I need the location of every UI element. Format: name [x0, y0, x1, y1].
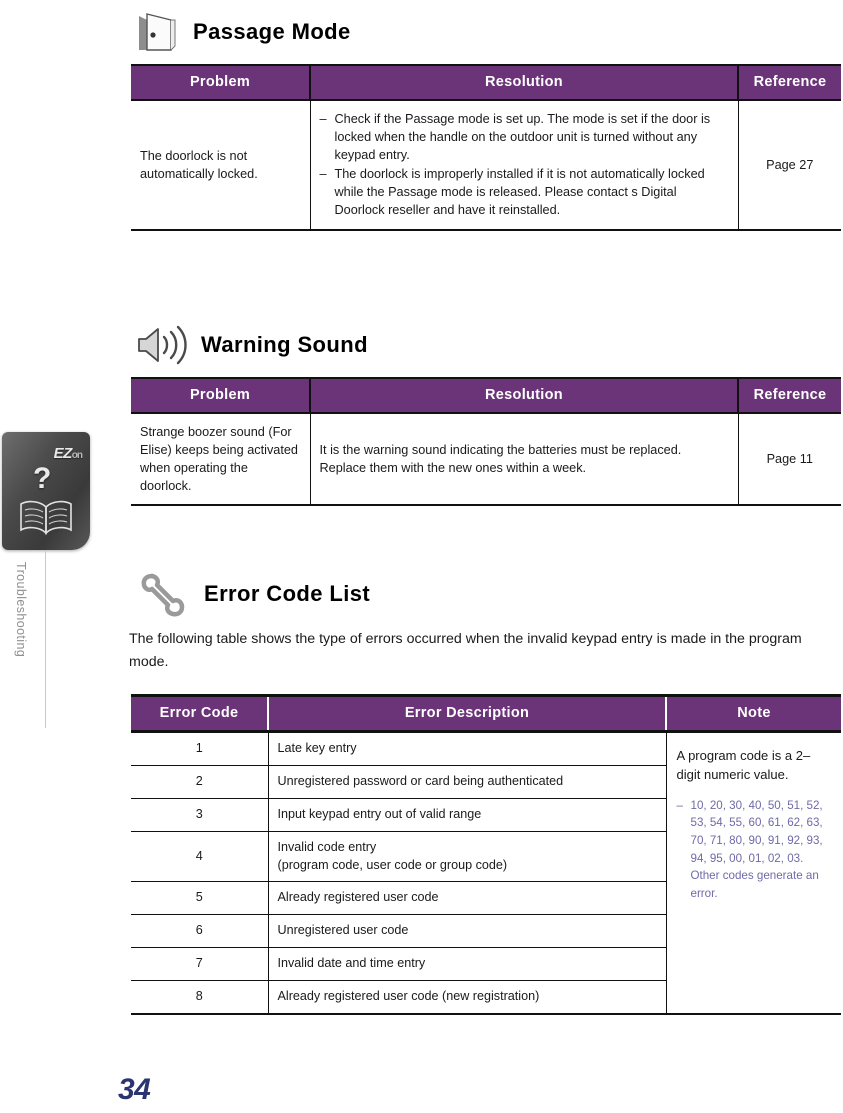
cell-error-description: Invalid code entry (program code, user c… [267, 831, 666, 883]
note-codes-text: 10, 20, 30, 40, 50, 51, 52, 53, 54, 55, … [677, 797, 834, 903]
table-header-row: Error Code Error Description Note [131, 694, 841, 733]
error-code-table: Error Code Error Description Note 1 Late… [131, 694, 841, 1015]
cell-reference: Page 27 [737, 100, 841, 232]
page-number: 34 [118, 1073, 151, 1106]
cell-resolution: Check if the Passage mode is set up. The… [309, 100, 738, 232]
column-header-resolution: Resolution [309, 377, 738, 414]
cell-error-description: Invalid date and time entry [267, 947, 666, 981]
side-tab-stem [45, 550, 46, 728]
section-title: Error Code List [204, 581, 371, 606]
column-header-problem: Problem [131, 377, 310, 414]
section-header-warning-sound: Warning Sound [133, 322, 368, 368]
cell-error-code: 1 [131, 731, 268, 766]
cell-resolution: It is the warning sound indicating the b… [309, 413, 738, 507]
column-header-resolution: Resolution [309, 64, 738, 101]
cell-error-description: Already registered user code (new regist… [267, 980, 666, 1015]
brand-logo: EZon [53, 445, 83, 462]
side-tab-label: Troubleshooting [14, 562, 28, 658]
column-header-problem: Problem [131, 64, 310, 101]
list-item: Check if the Passage mode is set up. The… [320, 110, 729, 164]
cell-error-description: Late key entry [267, 731, 666, 766]
passage-mode-table: Problem Resolution Reference The doorloc… [131, 64, 841, 232]
resolution-list: Check if the Passage mode is set up. The… [320, 110, 729, 219]
section-header-passage-mode: Passage Mode [133, 8, 351, 56]
list-item: The doorlock is improperly installed if … [320, 165, 729, 219]
cell-error-code: 4 [131, 831, 268, 883]
cell-error-code: 2 [131, 765, 268, 799]
section-title: Warning Sound [201, 332, 368, 357]
cell-problem: The doorlock is not automatically locked… [131, 100, 310, 232]
section-title: Passage Mode [193, 19, 351, 44]
column-header-reference: Reference [737, 377, 841, 414]
cell-error-code: 3 [131, 798, 268, 832]
warning-sound-table: Problem Resolution Reference Strange boo… [131, 377, 841, 507]
table-row: 1 Late key entry A program code is a 2–d… [131, 731, 841, 1015]
open-door-icon [139, 13, 176, 51]
cell-error-code: 5 [131, 881, 268, 916]
cell-error-code: 7 [131, 947, 268, 981]
cell-error-description: Unregistered password or card being auth… [267, 765, 666, 799]
cell-error-description: Unregistered user code [267, 914, 666, 949]
cell-note: A program code is a 2–digit numeric valu… [665, 731, 841, 1015]
cell-error-code: 6 [131, 914, 268, 949]
question-mark-icon: ? [33, 462, 52, 495]
table-row: The doorlock is not automatically locked… [131, 100, 841, 232]
brand-logo-suffix: on [71, 450, 83, 461]
error-code-intro: The following table shows the type of er… [129, 631, 802, 670]
side-tab-badge: EZon ? [2, 432, 90, 550]
table-header-row: Problem Resolution Reference [131, 377, 841, 414]
table-row: Strange boozer sound (For Elise) keeps b… [131, 413, 841, 507]
cell-error-code: 8 [131, 980, 268, 1015]
cell-error-description: Already registered user code [267, 881, 666, 916]
column-header-note: Note [665, 694, 841, 733]
column-header-reference: Reference [737, 64, 841, 101]
brand-logo-text: EZ [53, 445, 73, 462]
cell-reference: Page 11 [737, 413, 841, 507]
side-tab-troubleshooting: EZon ? Troubleshooting [0, 432, 92, 732]
section-header-error-code-list: Error Code List [136, 568, 370, 620]
column-header-error-description: Error Description [267, 694, 666, 733]
column-header-error-code: Error Code [131, 694, 268, 733]
table-header-row: Problem Resolution Reference [131, 64, 841, 101]
open-book-icon [20, 500, 72, 535]
speaker-sound-icon [138, 325, 187, 365]
cell-problem: Strange boozer sound (For Elise) keeps b… [131, 413, 310, 507]
note-lead-text: A program code is a 2–digit numeric valu… [676, 748, 811, 782]
wrench-icon [141, 573, 185, 617]
cell-error-description: Input keypad entry out of valid range [267, 798, 666, 832]
